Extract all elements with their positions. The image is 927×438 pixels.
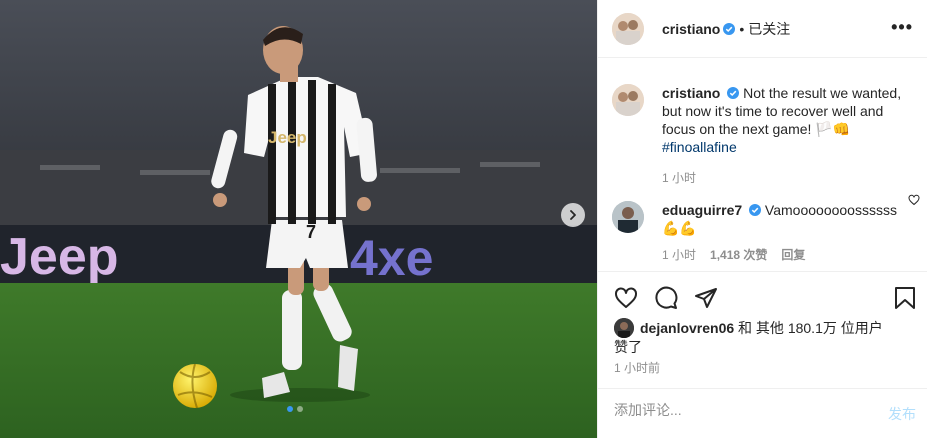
share-paper-plane-icon[interactable] — [694, 286, 718, 310]
header-separator: • — [739, 20, 745, 37]
post-timestamp[interactable]: 1 小时前 — [614, 359, 660, 376]
chevron-right-icon — [570, 210, 576, 220]
comments-list[interactable]: cristiano Not the result we wanted, but … — [598, 59, 927, 271]
liker-username[interactable]: dejanlovren06 — [640, 320, 734, 336]
caption-username[interactable]: cristiano — [662, 85, 720, 101]
ad-board-text-1: Jeep — [0, 228, 119, 286]
caption-emoji: 🏳️👊 — [815, 121, 851, 137]
verified-badge-icon — [723, 22, 736, 35]
add-comment-input[interactable] — [614, 402, 874, 418]
avatar[interactable] — [612, 12, 644, 45]
comment-bubble-icon[interactable] — [654, 286, 678, 310]
shorts-number: 7 — [306, 222, 316, 242]
liker-avatar[interactable] — [614, 318, 634, 338]
carousel-indicator — [287, 406, 303, 412]
post-header: cristiano • 已关注 ••• — [598, 0, 927, 58]
carousel-dot-active — [287, 406, 293, 412]
shirt-sponsor-text: Jeep — [268, 128, 307, 147]
verified-badge-icon — [727, 87, 740, 99]
comment-text: Vamoooooooossssss — [764, 202, 897, 218]
comment-likes[interactable]: 1,418 次赞 — [710, 246, 767, 264]
post-sidebar: cristiano • 已关注 ••• cristiano Not the re… — [597, 0, 927, 438]
profile-photo — [612, 201, 644, 233]
likes-text[interactable]: 和 其他 180.1万 位用户 — [734, 320, 883, 336]
caption-hashtag[interactable]: #finoallafine — [662, 139, 737, 155]
caption: cristiano Not the result we wanted, but … — [598, 59, 927, 187]
comment-item: eduaguirre7 Vamoooooooossssss 💪💪 1 小时 1,… — [598, 187, 927, 264]
carousel-next-button[interactable] — [561, 203, 585, 227]
comment-username[interactable]: eduaguirre7 — [662, 202, 742, 218]
comment-time[interactable]: 1 小时 — [662, 246, 696, 264]
header-username[interactable]: cristiano — [662, 21, 720, 37]
caption-time[interactable]: 1 小时 — [662, 169, 696, 187]
profile-photo — [612, 84, 644, 116]
like-comment-heart-icon[interactable] — [908, 194, 920, 206]
verified-badge-icon — [749, 204, 762, 216]
post-actions — [598, 271, 927, 323]
ad-board-text-2: 4xe — [350, 230, 433, 286]
comment-reply-button[interactable]: 回复 — [781, 246, 805, 264]
profile-photo — [614, 318, 634, 338]
post-comment-button[interactable]: 发布 — [888, 404, 916, 424]
likes-text-2: 赞了 — [614, 339, 642, 355]
follow-status-button[interactable]: 已关注 — [748, 19, 790, 39]
carousel-dot — [297, 406, 303, 412]
comment-emoji: 💪💪 — [662, 220, 697, 236]
save-bookmark-icon[interactable] — [894, 286, 916, 310]
add-comment-bar: 发布 — [598, 388, 927, 438]
more-options-button[interactable]: ••• — [891, 17, 913, 38]
post-media[interactable]: Jeep 4xe Jeep 7 — [0, 0, 597, 438]
avatar[interactable] — [612, 201, 644, 233]
profile-photo — [612, 12, 644, 45]
post-photo: Jeep 4xe Jeep 7 — [0, 0, 597, 438]
avatar[interactable] — [612, 84, 644, 116]
likes-summary: dejanlovren06 和 其他 180.1万 位用户 赞了 — [614, 318, 914, 356]
like-heart-icon[interactable] — [614, 286, 638, 310]
